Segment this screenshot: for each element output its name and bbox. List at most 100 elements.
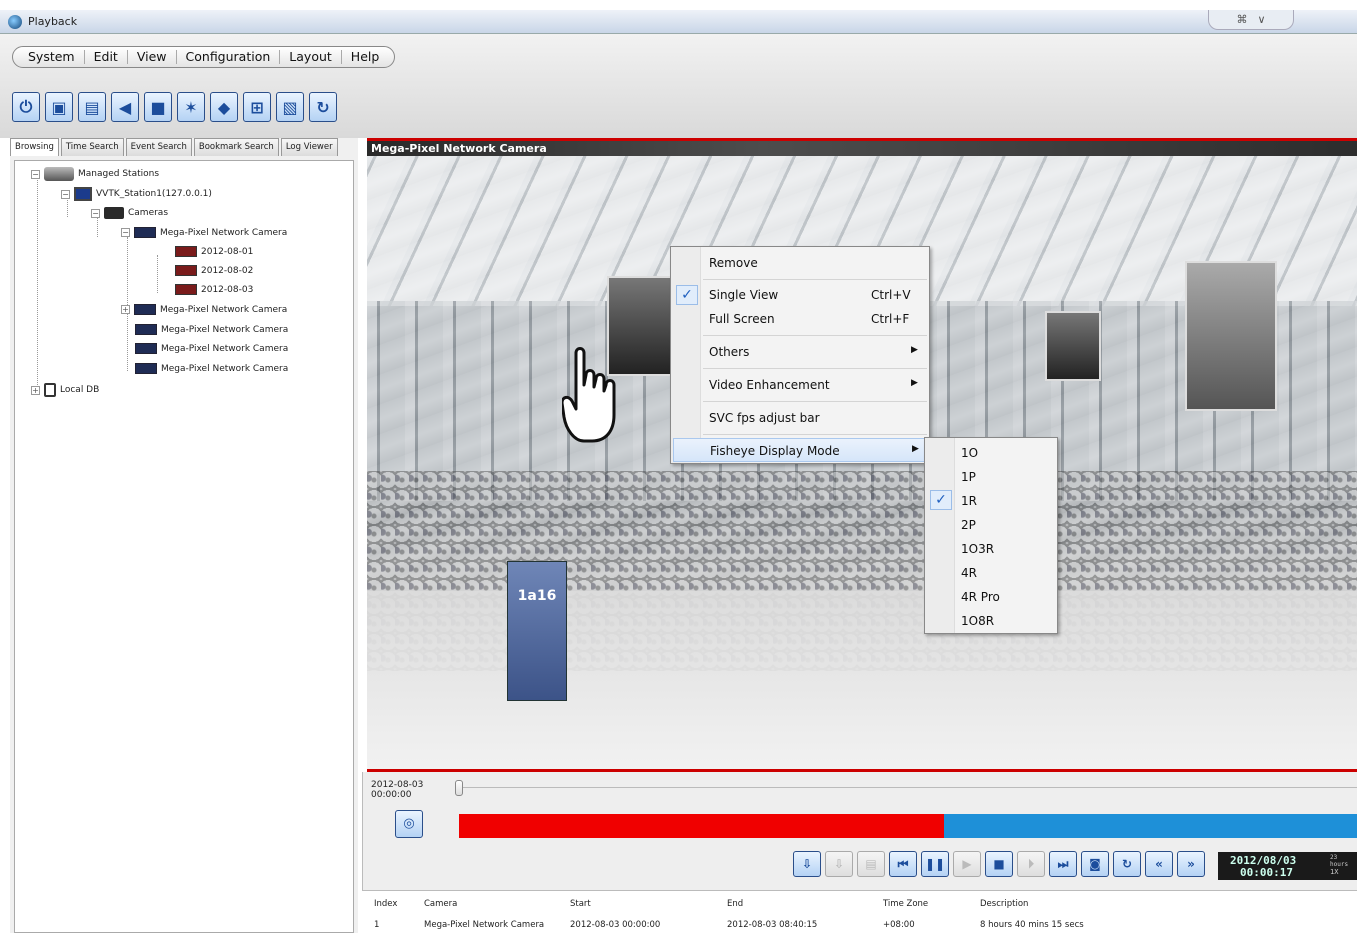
window-controls[interactable]: ⌘ ∨	[1208, 10, 1294, 30]
fisheye-mode-4r-pro[interactable]: 4R Pro	[927, 584, 1055, 608]
table-cell[interactable]: Mega-Pixel Network Camera	[424, 920, 544, 930]
menu-separator	[703, 279, 927, 280]
tree-node-local-db[interactable]: + Local DB	[31, 383, 99, 397]
menu-item-video-enhancement[interactable]: Video Enhancement ▶	[673, 373, 927, 397]
menu-edit[interactable]: Edit	[85, 50, 128, 64]
timeline-slider-handle[interactable]	[455, 780, 463, 796]
tree-label: Mega-Pixel Network Camera	[161, 324, 289, 335]
menu-item-remove[interactable]: Remove	[673, 251, 927, 275]
mark-out-button[interactable]: ⇩	[825, 851, 853, 877]
fisheye-mode-1o3r[interactable]: 1O3R	[927, 536, 1055, 560]
table-cell[interactable]: 8 hours 40 mins 15 secs	[980, 920, 1084, 930]
monitor-icon	[74, 187, 92, 201]
menu-help[interactable]: Help	[342, 50, 389, 64]
tree-line	[97, 217, 98, 237]
pause-icon: ❚❚	[924, 857, 946, 871]
timeline-bar[interactable]	[944, 814, 1357, 838]
tree-node-camera[interactable]: Mega-Pixel Network Camera	[135, 324, 288, 335]
faster-button[interactable]: »	[1177, 851, 1205, 877]
restore-icon[interactable]: ⌘	[1236, 13, 1247, 26]
tree-node-camera[interactable]: − Mega-Pixel Network Camera	[121, 227, 287, 238]
power-button[interactable]: ⏻	[12, 92, 40, 122]
menu-item-others[interactable]: Others ▶	[673, 340, 927, 364]
lock-button[interactable]: ▤	[78, 92, 106, 122]
collapse-icon[interactable]: −	[121, 228, 130, 237]
tree-node-date[interactable]: 2012-08-03	[175, 284, 253, 295]
sync-button[interactable]: ↻	[1113, 851, 1141, 877]
calendar-icon	[175, 246, 197, 257]
minimize-icon[interactable]: ∨	[1257, 13, 1265, 26]
record-button[interactable]: ◆	[210, 92, 238, 122]
collapse-icon[interactable]: −	[31, 169, 40, 179]
tree-node-cameras[interactable]: − Cameras	[91, 207, 168, 219]
slower-button[interactable]: «	[1145, 851, 1173, 877]
menu-layout[interactable]: Layout	[280, 50, 342, 64]
tree-node-date[interactable]: 2012-08-01	[175, 246, 253, 257]
menu-item-fisheye-display-mode[interactable]: Fisheye Display Mode ▶	[673, 438, 927, 462]
expand-icon[interactable]: +	[121, 305, 130, 314]
speaker-button[interactable]: ◀	[111, 92, 139, 122]
snapshot-button[interactable]: ◙	[1081, 851, 1109, 877]
column-header-end[interactable]: End	[727, 899, 743, 909]
collapse-icon[interactable]: −	[91, 208, 100, 218]
mark-in-button[interactable]: ⇩	[793, 851, 821, 877]
fullscreen-button[interactable]: ▧	[276, 92, 304, 122]
menu-item-label: 1O	[961, 446, 979, 460]
refresh-button[interactable]: ↻	[309, 92, 337, 122]
menu-system[interactable]: System	[19, 50, 85, 64]
tab-event-search[interactable]: Event Search	[125, 138, 192, 156]
tab-log-viewer[interactable]: Log Viewer	[280, 138, 338, 156]
snapshot-button[interactable]: ■	[144, 92, 172, 122]
fisheye-mode-1p[interactable]: 1P	[927, 464, 1055, 488]
expand-icon[interactable]: +	[31, 385, 40, 395]
checkmark-icon: ✓	[930, 490, 952, 510]
network-button[interactable]: ▣	[45, 92, 73, 122]
column-header-index[interactable]: Index	[374, 899, 397, 909]
menu-item-full-screen[interactable]: Full Screen Ctrl+F	[673, 307, 927, 331]
fisheye-mode-4r[interactable]: 4R	[927, 560, 1055, 584]
step-button[interactable]: ⏵	[1017, 851, 1045, 877]
play-button[interactable]: ▶	[953, 851, 981, 877]
table-cell[interactable]: 2012-08-03 00:00:00	[570, 920, 660, 930]
tree-node-date[interactable]: 2012-08-02	[175, 265, 253, 276]
menu-configuration[interactable]: Configuration	[177, 50, 281, 64]
export-button[interactable]: ▤	[857, 851, 885, 877]
ptz-button[interactable]: ✶	[177, 92, 205, 122]
tree-label: Cameras	[128, 208, 169, 218]
column-header-camera[interactable]: Camera	[424, 899, 457, 909]
fisheye-mode-1o[interactable]: 1O	[927, 440, 1055, 464]
timeline-zoom-button[interactable]: ◎	[395, 810, 423, 838]
collapse-icon[interactable]: −	[61, 189, 70, 199]
fisheye-mode-1r[interactable]: ✓ 1R	[927, 488, 1055, 512]
table-cell[interactable]: 1	[374, 920, 379, 930]
camera-icon	[135, 343, 157, 354]
tab-browsing[interactable]: Browsing	[10, 138, 59, 156]
table-cell[interactable]: +08:00	[883, 920, 915, 930]
menu-item-single-view[interactable]: ✓ Single View Ctrl+V	[673, 283, 927, 307]
fisheye-mode-1o8r[interactable]: 1O8R	[927, 608, 1055, 632]
layout-grid-button[interactable]: ⊞	[243, 92, 271, 122]
next-button[interactable]: ⏭	[1049, 851, 1077, 877]
column-header-time-zone[interactable]: Time Zone	[883, 899, 928, 909]
tree-node-managed-stations[interactable]: − Managed Stations	[31, 167, 159, 181]
recorded-segment-bar[interactable]	[459, 814, 944, 838]
tab-bookmark-search[interactable]: Bookmark Search	[193, 138, 279, 156]
column-header-description[interactable]: Description	[980, 899, 1028, 909]
tab-time-search[interactable]: Time Search	[60, 138, 124, 156]
tree-node-camera[interactable]: Mega-Pixel Network Camera	[135, 343, 288, 354]
menu-item-label: 1R	[961, 494, 977, 508]
tree-node-station[interactable]: − VVTK_Station1(127.0.0.1)	[61, 187, 212, 201]
table-cell[interactable]: 2012-08-03 08:40:15	[727, 920, 817, 930]
timeline-track[interactable]	[463, 787, 1357, 788]
tree-label: Local DB	[60, 385, 100, 395]
fisheye-mode-2p[interactable]: 2P	[927, 512, 1055, 536]
left-tabs: Browsing Time Search Event Search Bookma…	[10, 138, 340, 156]
column-header-start[interactable]: Start	[570, 899, 591, 909]
pause-button[interactable]: ❚❚	[921, 851, 949, 877]
tree-node-camera[interactable]: Mega-Pixel Network Camera	[135, 363, 288, 374]
tree-node-camera[interactable]: + Mega-Pixel Network Camera	[121, 304, 287, 315]
menu-item-svc-fps[interactable]: SVC fps adjust bar	[673, 406, 927, 430]
stop-button[interactable]: ■	[985, 851, 1013, 877]
previous-button[interactable]: ⏮	[889, 851, 917, 877]
menu-view[interactable]: View	[128, 50, 177, 64]
